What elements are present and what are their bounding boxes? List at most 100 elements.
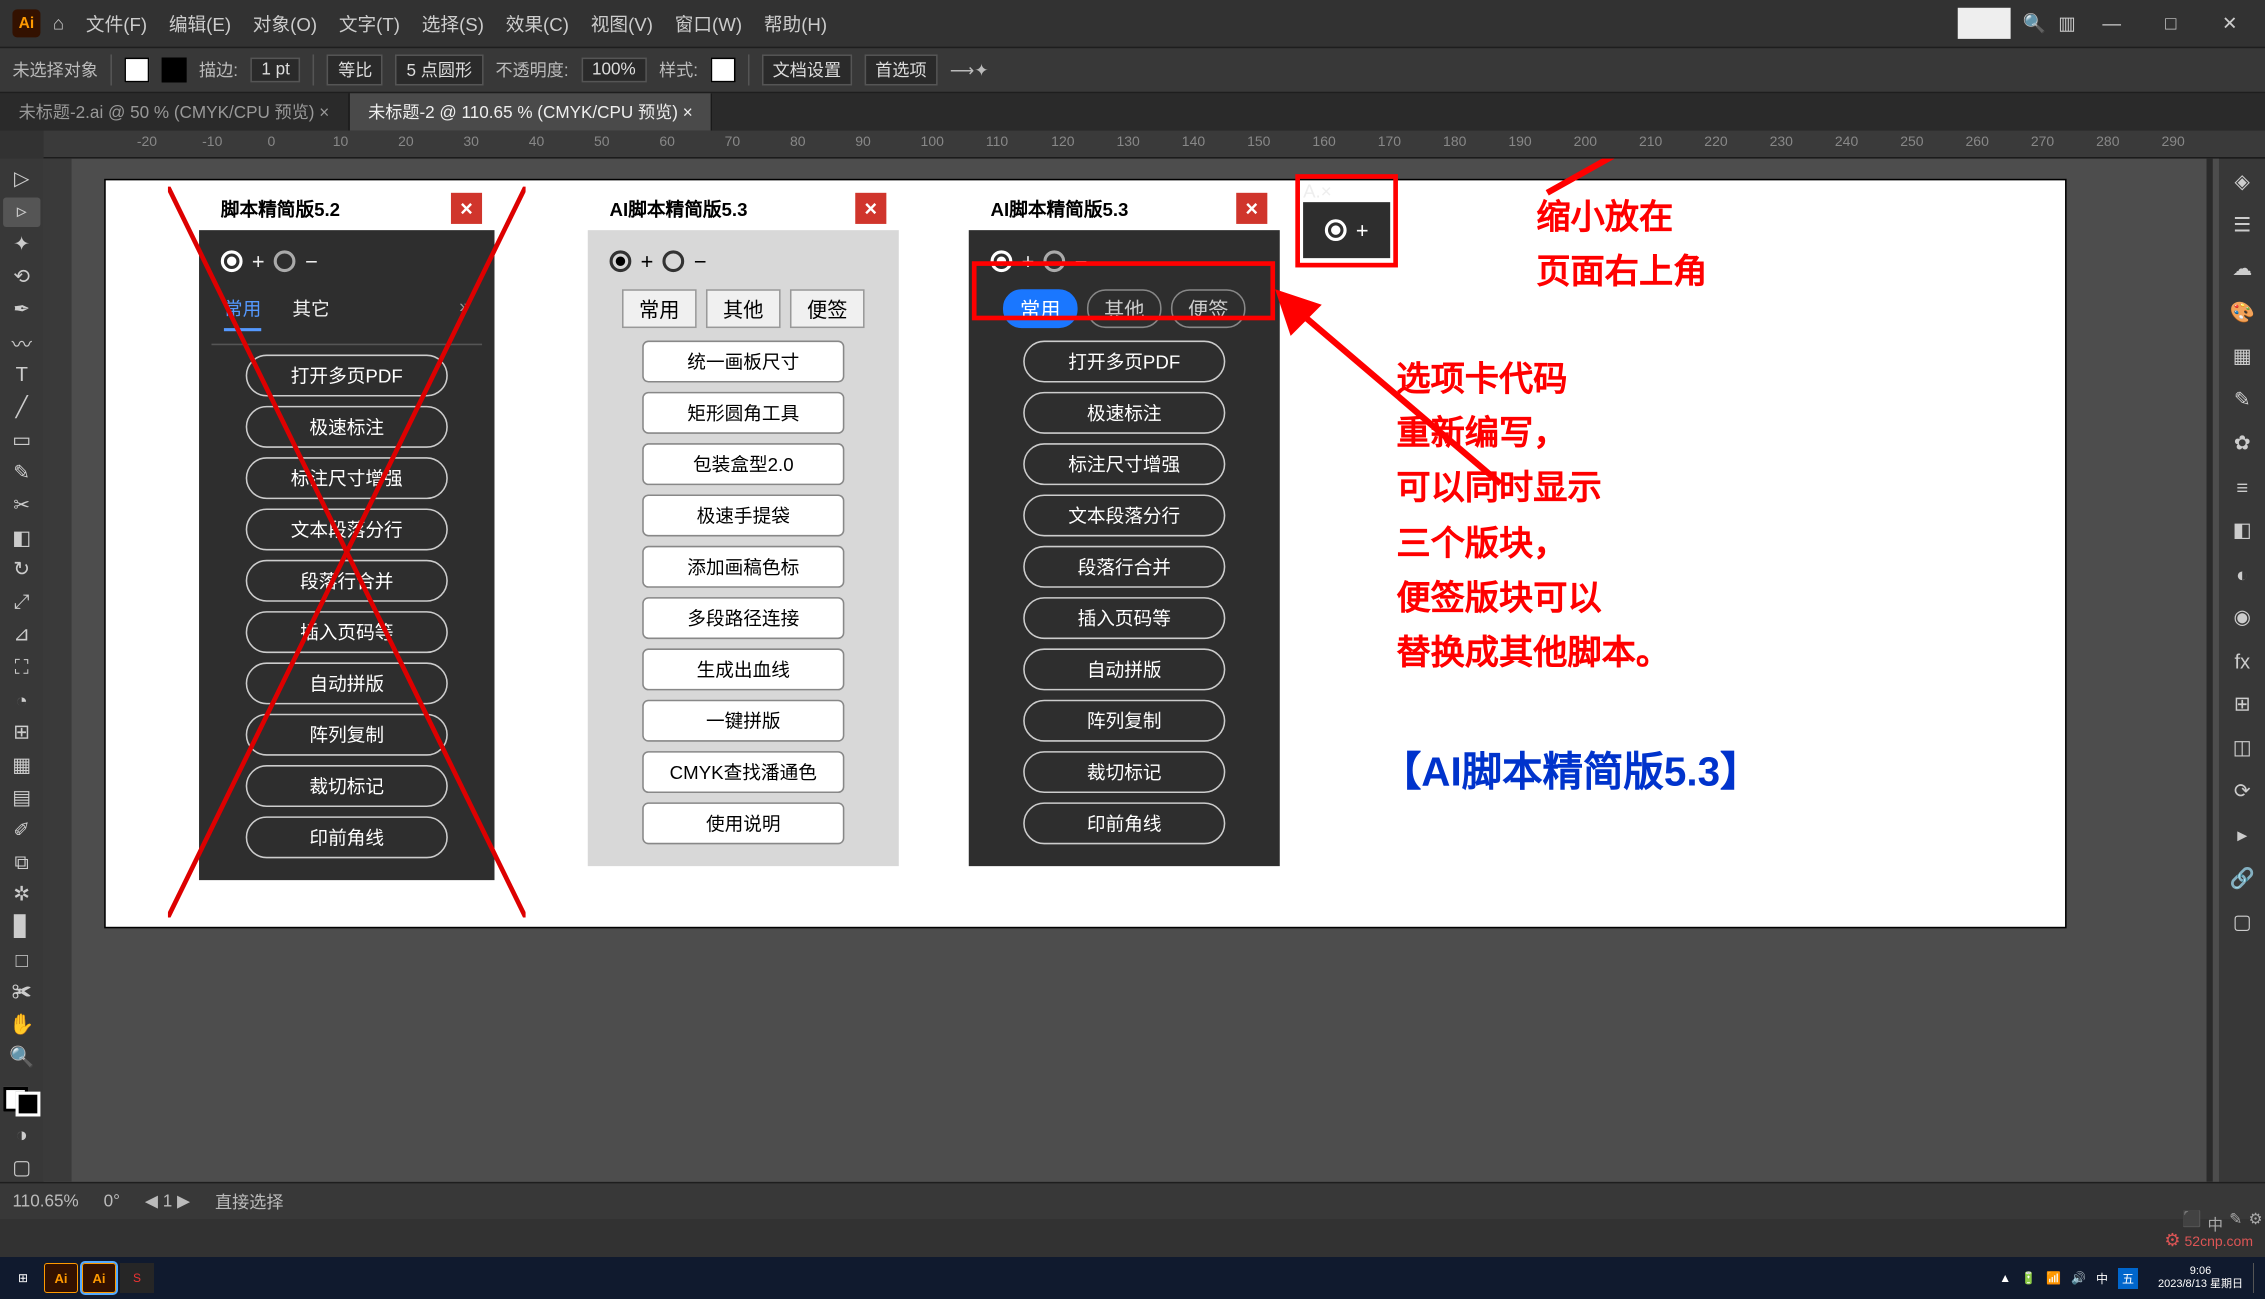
radio-on-icon[interactable]	[221, 250, 243, 272]
rotate-tool-icon[interactable]: ↻	[3, 555, 40, 584]
gradient-tool-icon[interactable]: ▤	[3, 783, 40, 812]
gradient-icon[interactable]: ◧	[2225, 513, 2259, 547]
script-button[interactable]: 裁切标记	[246, 765, 448, 807]
script-button[interactable]: 标注尺寸增强	[1023, 443, 1225, 485]
script-button[interactable]: 使用说明	[642, 802, 844, 844]
script-button[interactable]: 文本段落分行	[1023, 494, 1225, 536]
properties-icon[interactable]: ◈	[2225, 165, 2259, 199]
search-icon[interactable]: 🔍	[2023, 12, 2046, 34]
appearance-icon[interactable]: ◉	[2225, 600, 2259, 634]
script-button[interactable]: 打开多页PDF	[1023, 341, 1225, 383]
menu-help[interactable]: 帮助(H)	[764, 10, 827, 36]
menu-view[interactable]: 视图(V)	[591, 10, 653, 36]
rect-tool-icon[interactable]: ▭	[3, 425, 40, 454]
script-button[interactable]: 阵列复制	[246, 714, 448, 756]
script-button[interactable]: 多段路径连接	[642, 597, 844, 639]
script-button[interactable]: 添加画稿色标	[642, 546, 844, 588]
menu-file[interactable]: 文件(F)	[86, 10, 147, 36]
wand-tool-icon[interactable]: ✦	[3, 230, 40, 259]
brushes-icon[interactable]: ✎	[2225, 383, 2259, 417]
stroke-swatch[interactable]	[162, 58, 187, 83]
script-button[interactable]: 自动拼版	[246, 662, 448, 704]
transparency-icon[interactable]: ◐	[2225, 557, 2259, 591]
taskbar-ai-icon-active[interactable]: Ai	[82, 1263, 116, 1293]
doc-tab-1[interactable]: 未标题-2.ai @ 50 % (CMYK/CPU 预览) ×	[0, 93, 349, 130]
script-button[interactable]: 统一画板尺寸	[642, 341, 844, 383]
script-button[interactable]: 印前角线	[246, 816, 448, 858]
close-icon[interactable]: ×	[855, 193, 886, 224]
script-button[interactable]: 生成出血线	[642, 648, 844, 690]
pen-tool-icon[interactable]: ✒	[3, 295, 40, 324]
actions-icon[interactable]: ▸	[2225, 818, 2259, 852]
opacity-value[interactable]: 100%	[581, 58, 647, 83]
radio-icon[interactable]	[663, 250, 685, 272]
zoom-tool-icon[interactable]: 🔍	[3, 1043, 40, 1072]
script-button[interactable]: 矩形圆角工具	[642, 392, 844, 434]
radio-icon[interactable]	[274, 250, 296, 272]
menu-edit[interactable]: 编辑(E)	[169, 10, 231, 36]
rotate-icon[interactable]: 0°	[104, 1192, 120, 1211]
start-button[interactable]: ⊞	[6, 1263, 40, 1293]
lasso-tool-icon[interactable]: ⟲	[3, 262, 40, 291]
shaper-tool-icon[interactable]: ✂	[3, 490, 40, 519]
tab-common[interactable]: 常用	[622, 289, 697, 328]
taskbar-ai-icon[interactable]: Ai	[44, 1263, 78, 1293]
menu-object[interactable]: 对象(O)	[253, 10, 317, 36]
radio-on-icon[interactable]	[610, 250, 632, 272]
tab-other[interactable]: 其他	[706, 289, 781, 328]
close-icon[interactable]: ×	[319, 104, 329, 123]
tab-common[interactable]: 常用	[224, 295, 261, 331]
blend-tool-icon[interactable]: ⧉	[3, 848, 40, 877]
canvas-area[interactable]: 脚本精简版5.2× + − 常用其它» 打开多页PDF 极速标注 标注尺寸增强 …	[44, 159, 2219, 1182]
menu-select[interactable]: 选择(S)	[422, 10, 484, 36]
shape-builder-icon[interactable]: ◔	[3, 685, 40, 714]
symbols-icon[interactable]: ✿	[2225, 426, 2259, 460]
scale-tool-icon[interactable]: ⤢	[3, 588, 40, 617]
curvature-tool-icon[interactable]: 〰	[3, 327, 40, 357]
menu-effect[interactable]: 效果(C)	[506, 10, 569, 36]
align-icon[interactable]: ⟶✦	[950, 60, 989, 80]
symbol-spray-icon[interactable]: ✲	[3, 880, 40, 909]
swatches-icon[interactable]: ▦	[2225, 339, 2259, 373]
script-button[interactable]: 极速标注	[246, 406, 448, 448]
prefs-button[interactable]: 首选项	[864, 54, 937, 85]
libraries-icon[interactable]: ☁	[2225, 252, 2259, 286]
tab-notes[interactable]: 便签	[790, 289, 865, 328]
tray-icon[interactable]: ▲	[1999, 1271, 2011, 1285]
eraser-tool-icon[interactable]: ◧	[3, 523, 40, 552]
fill-stroke-indicator[interactable]	[3, 1088, 40, 1117]
doc-setup-button[interactable]: 文档设置	[762, 54, 852, 85]
close-button[interactable]: ✕	[2207, 12, 2254, 34]
tray-network-icon[interactable]: 📶	[2046, 1271, 2061, 1285]
align-icon[interactable]: ⊞	[2225, 687, 2259, 721]
links-icon[interactable]: 🔗	[2225, 861, 2259, 895]
tray-battery-icon[interactable]: 🔋	[2021, 1271, 2036, 1285]
close-icon[interactable]: ×	[683, 104, 693, 123]
script-button[interactable]: 打开多页PDF	[246, 355, 448, 397]
color-mode-icon[interactable]: ◑	[3, 1120, 40, 1149]
zoom-level[interactable]: 110.65%	[12, 1192, 78, 1211]
home-icon[interactable]: ⌂	[53, 12, 64, 34]
maximize-button[interactable]: □	[2147, 12, 2194, 34]
tray-ime-label[interactable]: 中	[2096, 1270, 2108, 1287]
type-tool-icon[interactable]: T	[3, 360, 40, 389]
scale-mode[interactable]: 等比	[327, 54, 383, 85]
vertical-scrollbar[interactable]	[2207, 159, 2213, 1182]
width-tool-icon[interactable]: ⊿	[3, 620, 40, 649]
stroke-icon[interactable]: ≡	[2225, 470, 2259, 504]
graph-tool-icon[interactable]: ▊	[3, 913, 40, 942]
script-button[interactable]: 一键拼版	[642, 700, 844, 742]
free-transform-icon[interactable]: ⛶	[3, 653, 40, 682]
script-button[interactable]: 文本段落分行	[246, 508, 448, 550]
script-button[interactable]: 印前角线	[1023, 802, 1225, 844]
color-icon[interactable]: 🎨	[2225, 295, 2259, 329]
script-button[interactable]: 包装盒型2.0	[642, 443, 844, 485]
menu-window[interactable]: 窗口(W)	[675, 10, 742, 36]
direct-select-tool-icon[interactable]: ▹	[3, 197, 40, 226]
close-icon[interactable]: ×	[1236, 193, 1267, 224]
taskbar-clock[interactable]: 9:06 2023/8/13 星期日	[2158, 1265, 2243, 1291]
script-button[interactable]: 段落行合并	[1023, 546, 1225, 588]
script-button[interactable]: 裁切标记	[1023, 751, 1225, 793]
doc-tab-2[interactable]: 未标题-2 @ 110.65 % (CMYK/CPU 预览) ×	[349, 93, 712, 130]
brush-tool-icon[interactable]: ✎	[3, 458, 40, 487]
